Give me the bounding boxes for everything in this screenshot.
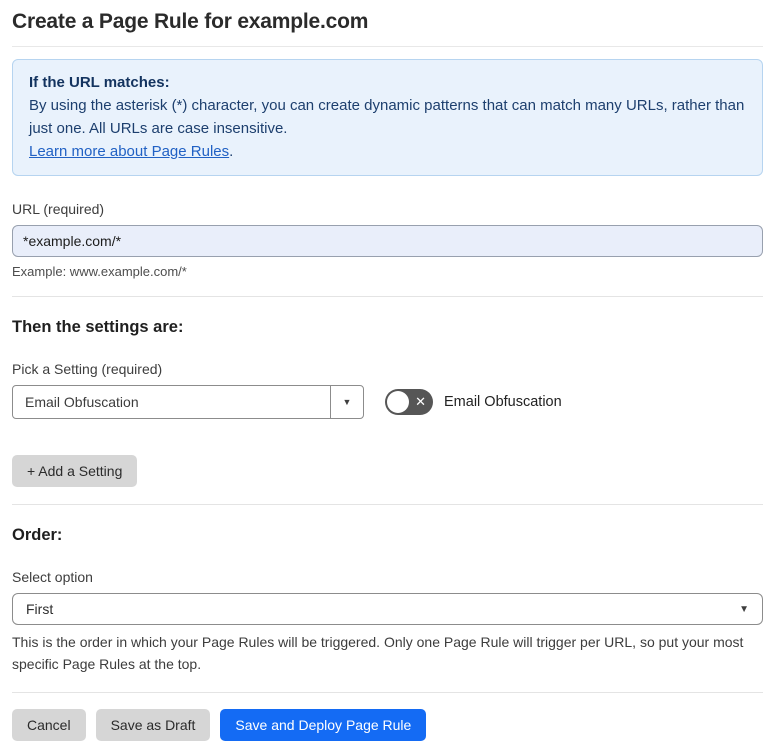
email-obfuscation-toggle-group: ✕ Email Obfuscation [385, 389, 562, 415]
url-input[interactable] [12, 225, 763, 257]
order-section-heading: Order: [12, 526, 63, 544]
setting-row: Email Obfuscation ▼ ✕ Email Obfuscation [12, 385, 763, 419]
divider [12, 692, 763, 693]
toggle-knob [387, 391, 409, 413]
page-rule-form: Create a Page Rule for example.com If th… [0, 0, 775, 741]
divider [12, 504, 763, 505]
order-help-text: This is the order in which your Page Rul… [12, 634, 744, 672]
page-title: Create a Page Rule for example.com [12, 10, 763, 47]
caret-down-icon: ▼ [739, 603, 749, 615]
url-field-label: URL (required) [12, 201, 105, 217]
link-suffix: . [229, 143, 234, 160]
setting-dropdown-value: Email Obfuscation [25, 394, 139, 410]
info-box-link-line: Learn more about Page Rules. [29, 140, 746, 163]
save-as-draft-button[interactable]: Save as Draft [95, 709, 211, 741]
info-box-body: By using the asterisk (*) character, you… [29, 97, 745, 137]
url-section: URL (required) Example: www.example.com/… [12, 201, 763, 279]
info-box-heading: If the URL matches: [29, 74, 170, 91]
learn-more-link[interactable]: Learn more about Page Rules [29, 143, 229, 160]
settings-section-heading: Then the settings are: [12, 318, 184, 336]
order-select-value: First [26, 601, 54, 617]
setting-dropdown-caret-button[interactable]: ▼ [330, 386, 363, 418]
email-obfuscation-toggle[interactable]: ✕ [385, 389, 433, 415]
caret-down-icon: ▼ [342, 397, 352, 407]
url-match-info-box: If the URL matches: By using the asteris… [12, 59, 763, 176]
toggle-off-x-icon: ✕ [415, 394, 426, 409]
pick-setting-label: Pick a Setting (required) [12, 361, 163, 377]
setting-dropdown[interactable]: Email Obfuscation ▼ [12, 385, 364, 419]
footer-actions: Cancel Save as Draft Save and Deploy Pag… [12, 709, 763, 741]
save-and-deploy-button[interactable]: Save and Deploy Page Rule [220, 709, 427, 741]
cancel-button[interactable]: Cancel [12, 709, 86, 741]
order-select[interactable]: First ▼ [12, 593, 763, 625]
url-example-text: Example: www.example.com/* [12, 264, 187, 279]
order-select-label: Select option [12, 569, 93, 585]
divider [12, 296, 763, 297]
toggle-label: Email Obfuscation [444, 394, 562, 410]
add-setting-button[interactable]: + Add a Setting [12, 455, 138, 487]
